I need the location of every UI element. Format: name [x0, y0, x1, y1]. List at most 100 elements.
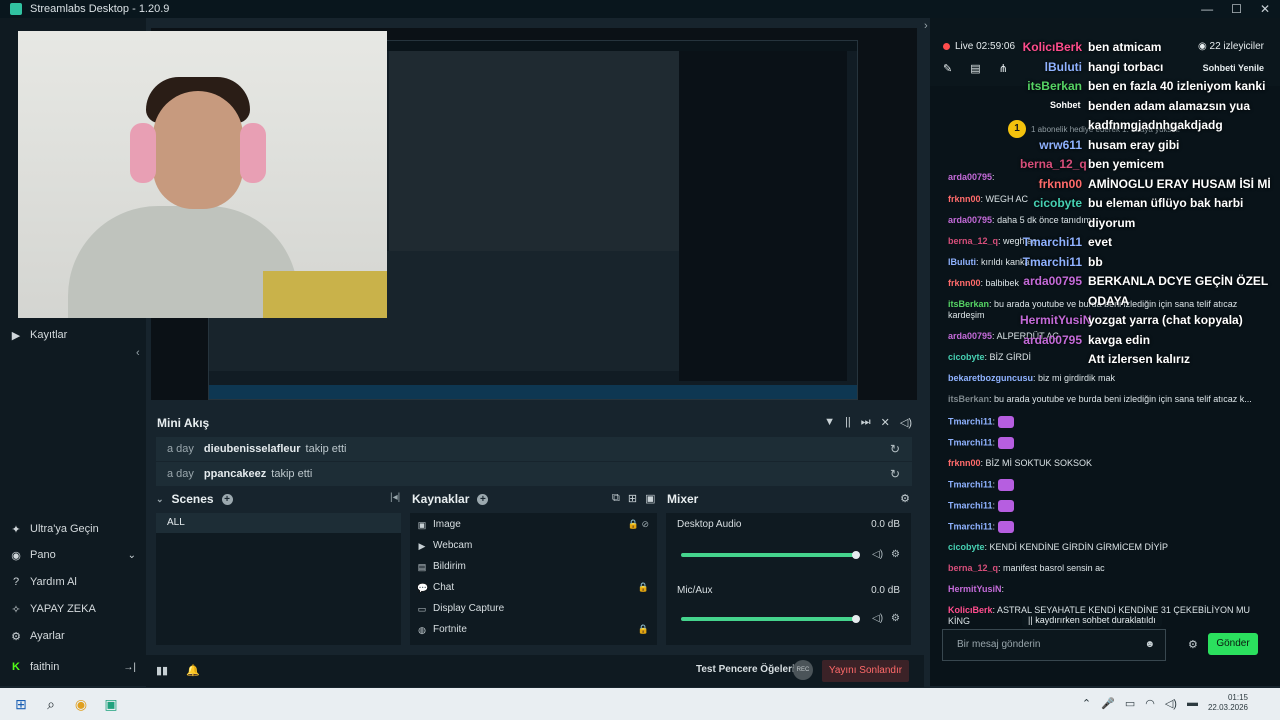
minimize-icon[interactable]: — — [1201, 2, 1213, 16]
chevron-down-icon[interactable]: ⌄ — [128, 550, 136, 561]
maximize-icon[interactable]: ☐ — [1231, 2, 1242, 16]
gear-icon[interactable]: ⚙ — [1188, 638, 1198, 651]
nav-item-ultra[interactable]: ✦ Ultra'ya Geçin — [10, 523, 136, 536]
mic-icon[interactable]: 🎤 — [1101, 697, 1115, 710]
lock-icon[interactable]: 🔒 — [638, 582, 649, 593]
streamlabs-icon[interactable]: ▣ — [102, 695, 120, 713]
search-icon[interactable]: ⌕ — [42, 695, 60, 713]
mixer-title: Mixer — [667, 492, 699, 506]
chat-username[interactable]: arda00795 — [948, 215, 992, 225]
volume-icon[interactable]: ◁) — [872, 613, 883, 624]
pause-icon[interactable]: || — [845, 416, 851, 429]
chat-username[interactable]: Tmarchi11 — [948, 521, 993, 531]
lock-icon[interactable]: 🔒 ⊘ — [628, 519, 649, 530]
chat-username[interactable]: frknn00 — [948, 278, 981, 288]
slider-knob[interactable] — [852, 615, 860, 623]
replay-icon[interactable]: ↻ — [890, 467, 900, 481]
collapse-right-icon[interactable]: › — [924, 20, 928, 32]
send-button[interactable]: Gönder — [1208, 633, 1258, 655]
battery-icon[interactable]: ▬ — [1187, 697, 1198, 709]
folder-icon[interactable]: ▤ — [970, 62, 980, 75]
nav-item-yardim[interactable]: ? Yardım Al — [10, 576, 136, 588]
chat-username[interactable]: Tmarchi11 — [948, 500, 993, 510]
chat-username[interactable]: Tmarchi11 — [948, 437, 993, 447]
chat-username[interactable]: bekaretbozguncusu — [948, 373, 1033, 383]
chat-username[interactable]: cicobyte — [948, 352, 985, 362]
skip-icon[interactable]: ⏭ — [861, 416, 871, 429]
end-stream-button[interactable]: Yayını Sonlandır — [822, 660, 909, 682]
nav-item-pano[interactable]: ◉ Pano ⌄ — [10, 549, 136, 562]
chat-username[interactable]: lBuluti — [948, 257, 976, 267]
close-icon[interactable]: ✕ — [1260, 2, 1270, 16]
replay-icon[interactable]: ↻ — [890, 442, 900, 456]
overlay-text: evet — [1088, 235, 1113, 249]
source-item[interactable]: 💬 Chat 🔒 — [417, 582, 649, 593]
group-icon[interactable]: ⊞ — [628, 492, 637, 505]
lock-icon[interactable]: 🔒 — [638, 624, 649, 635]
folder-icon[interactable]: ▣ — [645, 492, 655, 505]
gear-icon[interactable]: ⚙ — [900, 492, 910, 505]
chat-username[interactable]: arda00795 — [948, 172, 992, 182]
emoji-icon[interactable]: ☻ — [1144, 630, 1155, 660]
chat-username[interactable]: frknn00 — [948, 194, 981, 204]
chat-username[interactable]: berna_12_q — [948, 236, 998, 246]
nav-item-ayarlar[interactable]: ⚙ Ayarlar — [10, 630, 136, 643]
chat-message: lBuluti: kırıldı kanka — [948, 257, 1030, 267]
volume-icon[interactable]: ◁) — [1165, 697, 1177, 710]
overlay-message: wrw611 husam eray gibi — [1020, 138, 1179, 152]
add-scene-button[interactable]: + — [221, 493, 233, 505]
copy-icon[interactable]: ⧉ — [612, 492, 620, 505]
dashboard-icon: ◉ — [11, 549, 21, 562]
overlay-text: yozgat yarra (chat kopyala) — [1088, 313, 1243, 327]
record-button[interactable]: REC — [793, 660, 813, 680]
source-item[interactable]: ▶ Webcam — [417, 540, 649, 551]
source-item[interactable]: ▤ Bildirim — [417, 561, 649, 572]
source-item[interactable]: ▣ Image 🔒 ⊘ — [417, 519, 649, 530]
chat-message: itsBerkan: bu arada youtube ve burda ben… — [948, 394, 1252, 404]
test-widgets-button[interactable]: Test Pencere Öğeleri — [696, 664, 795, 675]
chat-input[interactable]: Bir mesaj gönderin ☻ — [942, 629, 1166, 661]
chevron-up-icon[interactable]: ⌃ — [1082, 697, 1091, 710]
volume-icon[interactable]: ◁) — [872, 549, 883, 560]
logout-icon[interactable]: →| — [123, 662, 136, 673]
nav-item-kayitlar[interactable]: ▶ Kayıtlar — [10, 329, 136, 342]
chat-username[interactable]: cicobyte — [948, 542, 985, 552]
mixer-header: Mixer — [667, 492, 698, 506]
chat-username[interactable]: frknn00 — [948, 458, 981, 468]
gear-icon[interactable]: ⚙ — [891, 549, 900, 560]
volume-slider[interactable] — [681, 617, 856, 621]
gear-icon[interactable]: ⚙ — [891, 613, 900, 624]
nav-item-yapay-zeka[interactable]: ✧ YAPAY ZEKA — [10, 603, 136, 616]
volume-slider[interactable] — [681, 553, 856, 557]
chrome-icon[interactable]: ◉ — [72, 695, 90, 713]
chat-username[interactable]: itsBerkan — [948, 394, 989, 404]
chat-username[interactable]: Tmarchi11 — [948, 416, 993, 426]
collapse-scenes-icon[interactable]: |◂| — [390, 492, 400, 503]
system-clock[interactable]: 01:15 22.03.2026 — [1208, 693, 1248, 713]
chevron-down-icon[interactable]: ⌄ — [156, 494, 164, 505]
stats-icon[interactable]: ▮▮ — [156, 664, 168, 677]
chat-username[interactable]: Tmarchi11 — [948, 479, 993, 489]
chat-username[interactable]: HermitYusiN — [948, 584, 1002, 594]
edit-icon[interactable]: ✎ — [943, 62, 952, 75]
chat-username[interactable]: arda00795 — [948, 331, 992, 341]
volume-icon[interactable]: ◁) — [900, 416, 912, 429]
nav-item-user[interactable]: K faithin →| — [10, 661, 136, 673]
windows-start-icon[interactable]: ⊞ — [12, 695, 30, 713]
chat-username[interactable]: berna_12_q — [948, 563, 998, 573]
slider-knob[interactable] — [852, 551, 860, 559]
collapse-left-icon[interactable]: ‹ — [136, 347, 140, 359]
chat-username[interactable]: itsBerkan — [948, 299, 989, 309]
scene-item[interactable]: ALL — [156, 513, 401, 533]
display-icon[interactable]: ▭ — [1125, 697, 1135, 710]
filter-icon[interactable]: ▼ — [824, 416, 835, 429]
source-item[interactable]: ◍ Fortnite 🔒 — [417, 624, 649, 635]
notification-icon[interactable]: 🔔 — [186, 664, 200, 677]
add-source-button[interactable]: + — [477, 493, 489, 505]
share-icon[interactable]: ⋔ — [999, 62, 1008, 75]
source-item[interactable]: ▭ Display Capture — [417, 603, 649, 614]
refresh-chat-button[interactable]: Sohbeti Yenile — [1203, 63, 1264, 73]
mute-alerts-icon[interactable]: ✕ — [881, 416, 890, 429]
wifi-icon[interactable]: ◠ — [1145, 697, 1155, 710]
chat-username[interactable]: KolicıBerk — [948, 605, 993, 615]
